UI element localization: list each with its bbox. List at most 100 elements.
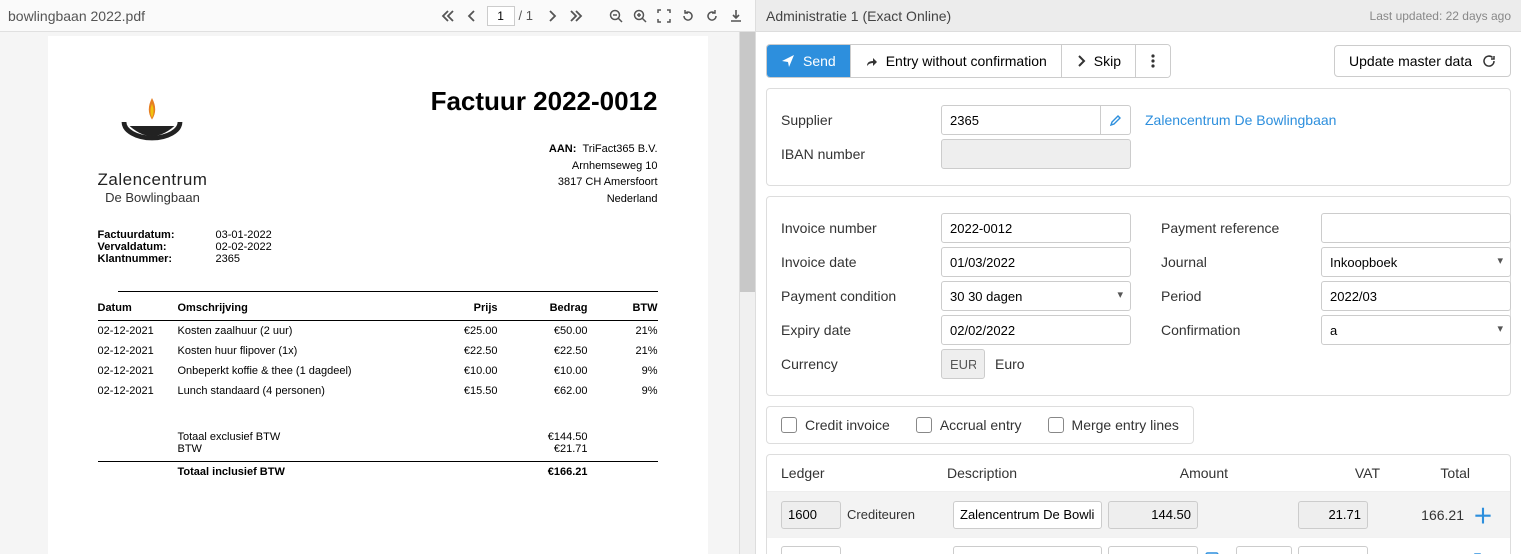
payment-condition-label: Payment condition [781, 288, 941, 304]
next-page-icon[interactable] [541, 5, 563, 27]
action-bar: Send Entry without confirmation Skip [756, 32, 1521, 88]
table-row: Algemene kos... 60.50 [767, 538, 1510, 554]
invoice-table: Datum Omschrijving Prijs Bedrag BTW 02-1… [98, 291, 658, 401]
total-incl: €166.21 [428, 466, 588, 478]
merge-entry-lines-checkbox[interactable]: Merge entry lines [1048, 417, 1179, 433]
zoom-out-icon[interactable] [605, 5, 627, 27]
download-icon[interactable] [725, 5, 747, 27]
payment-ref-input[interactable] [1321, 213, 1511, 243]
total-excl-label: Totaal exclusief BTW [178, 431, 428, 443]
accrual-entry-checkbox[interactable]: Accrual entry [916, 417, 1022, 433]
invoice-meta: Factuurdatum:03-01-2022 Vervaldatum:02-0… [98, 229, 658, 265]
expiry-date-label: Expiry date [781, 322, 941, 338]
meta-value: 03-01-2022 [216, 229, 272, 241]
ledger-name: Crediteuren [847, 507, 947, 522]
credit-invoice-checkbox[interactable]: Credit invoice [781, 417, 890, 433]
page-total: / 1 [519, 8, 533, 23]
vat-select[interactable] [1236, 546, 1292, 554]
amount-input[interactable] [1108, 546, 1198, 554]
to-label: AAN: [549, 143, 577, 155]
payment-ref-label: Payment reference [1161, 220, 1321, 236]
first-page-icon[interactable] [437, 5, 459, 27]
supplier-label: Supplier [781, 112, 941, 128]
th-ledger: Ledger [781, 465, 947, 481]
pdf-viewer-panel: bowlingbaan 2022.pdf / 1 [0, 0, 756, 554]
description-input[interactable] [953, 546, 1102, 554]
supplier-link[interactable]: Zalencentrum De Bowlingbaan [1145, 112, 1336, 128]
currency-name: Euro [995, 356, 1025, 372]
zoom-in-icon[interactable] [629, 5, 651, 27]
add-row-button[interactable]: ＋ [1473, 506, 1493, 528]
invoice-date-input[interactable] [941, 247, 1131, 277]
total-btw: €21.71 [428, 443, 588, 455]
invoice-title: Factuur 2022-0012 [431, 86, 658, 117]
ledger-input[interactable] [781, 546, 841, 554]
rotate-left-icon[interactable] [677, 5, 699, 27]
last-updated: Last updated: 22 days ago [1370, 9, 1511, 23]
chevron-right-icon [1076, 55, 1086, 67]
edit-supplier-button[interactable] [1101, 105, 1131, 135]
entry-wo-conf-label: Entry without confirmation [886, 53, 1047, 69]
refresh-icon [1482, 54, 1496, 68]
journal-select[interactable] [1321, 247, 1511, 277]
pdf-body: Zalencentrum De Bowlingbaan Factuur 2022… [0, 32, 755, 554]
supplier-code-input[interactable] [941, 105, 1101, 135]
amount-input [1108, 501, 1198, 529]
last-page-icon[interactable] [565, 5, 587, 27]
confirmation-select[interactable] [1321, 315, 1511, 345]
vat-input[interactable] [1298, 546, 1368, 554]
skip-button[interactable]: Skip [1062, 45, 1136, 77]
iban-input [941, 139, 1131, 169]
meta-label: Klantnummer: [98, 253, 188, 265]
pdf-scrollbar[interactable] [739, 32, 755, 554]
col-prijs: Prijs [408, 302, 498, 314]
fullscreen-icon[interactable] [653, 5, 675, 27]
payment-condition-select[interactable] [941, 281, 1131, 311]
journal-label: Journal [1161, 254, 1321, 270]
rotate-right-icon[interactable] [701, 5, 723, 27]
send-label: Send [803, 53, 836, 69]
pdf-page: Zalencentrum De Bowlingbaan Factuur 2022… [48, 36, 708, 554]
merge-entry-label: Merge entry lines [1072, 417, 1179, 433]
entry-without-confirmation-button[interactable]: Entry without confirmation [851, 45, 1062, 77]
invoice-number-label: Invoice number [781, 220, 941, 236]
expiry-date-input[interactable] [941, 315, 1131, 345]
pdf-filename: bowlingbaan 2022.pdf [8, 8, 437, 24]
details-card: Invoice number Invoice date Payment cond… [766, 196, 1511, 396]
currency-code [941, 349, 985, 379]
invoice-date-label: Invoice date [781, 254, 941, 270]
invoice-number-input[interactable] [941, 213, 1131, 243]
invoice-line: 02-12-2021Onbeperkt koffie & thee (1 dag… [98, 361, 658, 381]
invoice-totals: Totaal exclusief BTW€144.50 BTW€21.71 To… [98, 431, 658, 478]
update-master-label: Update master data [1349, 53, 1472, 69]
meta-label: Vervaldatum: [98, 241, 188, 253]
more-actions-button[interactable] [1136, 45, 1170, 77]
description-input[interactable] [953, 501, 1102, 529]
th-amount: Amount [1106, 465, 1228, 481]
invoice-line: 02-12-2021Kosten huur flipover (1x)€22.5… [98, 341, 658, 361]
send-button[interactable]: Send [767, 45, 851, 77]
pencil-icon [1109, 114, 1122, 127]
action-button-group: Send Entry without confirmation Skip [766, 44, 1171, 78]
to-country: Nederland [607, 193, 658, 205]
invoice-line: 02-12-2021Lunch standaard (4 personen)€1… [98, 381, 658, 401]
ledger-input [781, 501, 841, 529]
period-input[interactable] [1321, 281, 1511, 311]
form-header: Administratie 1 (Exact Online) Last upda… [756, 0, 1521, 32]
th-vat: VAT [1228, 465, 1380, 481]
meta-value: 2365 [216, 253, 240, 265]
update-master-data-button[interactable]: Update master data [1334, 45, 1511, 77]
pdf-nav-controls: / 1 [437, 5, 747, 27]
confirmation-label: Confirmation [1161, 322, 1321, 338]
vat-input [1298, 501, 1368, 529]
prev-page-icon[interactable] [461, 5, 483, 27]
skip-label: Skip [1094, 53, 1121, 69]
col-datum: Datum [98, 302, 178, 314]
col-bedrag: Bedrag [498, 302, 588, 314]
iban-label: IBAN number [781, 146, 941, 162]
page-number-input[interactable] [487, 6, 515, 26]
form-panel: Administratie 1 (Exact Online) Last upda… [756, 0, 1521, 554]
admin-title: Administratie 1 (Exact Online) [766, 8, 1370, 24]
logo-text-2: De Bowlingbaan [98, 190, 208, 205]
to-city: 3817 CH Amersfoort [558, 176, 658, 188]
